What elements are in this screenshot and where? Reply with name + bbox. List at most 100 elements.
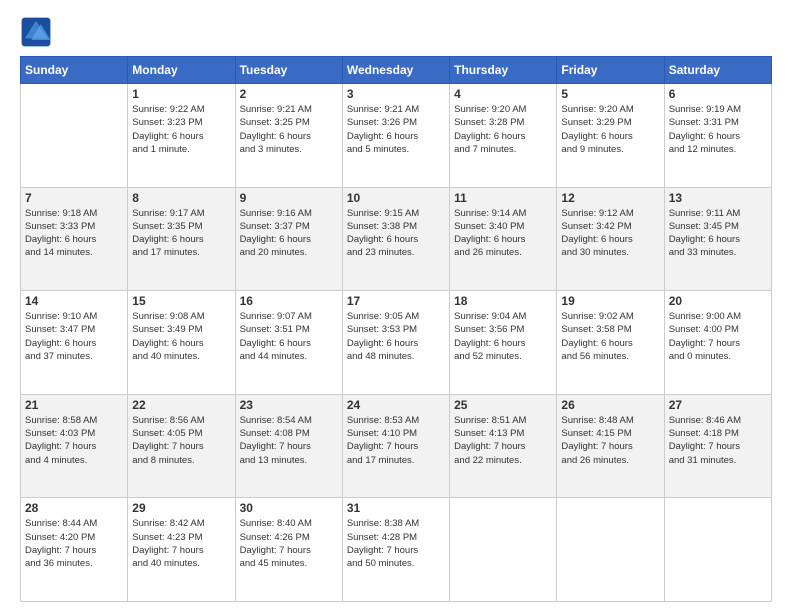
day-info: Sunrise: 9:15 AM Sunset: 3:38 PM Dayligh… [347, 207, 445, 260]
day-info: Sunrise: 8:58 AM Sunset: 4:03 PM Dayligh… [25, 414, 123, 467]
day-info: Sunrise: 9:18 AM Sunset: 3:33 PM Dayligh… [25, 207, 123, 260]
calendar-cell: 6 Sunrise: 9:19 AM Sunset: 3:31 PM Daylig… [664, 84, 771, 188]
calendar-cell: 10Sunrise: 9:15 AM Sunset: 3:38 PM Dayli… [342, 187, 449, 291]
calendar-cell: 21 Sunrise: 8:58 AM Sunset: 4:03 PM Dayli… [21, 394, 128, 498]
calendar-cell: 24 Sunrise: 8:53 AM Sunset: 4:10 PM Dayli… [342, 394, 449, 498]
col-header-friday: Friday [557, 57, 664, 84]
calendar-table: SundayMondayTuesdayWednesdayThursdayFrid… [20, 56, 772, 602]
calendar-cell: 22 Sunrise: 8:56 AM Sunset: 4:05 PM Dayli… [128, 394, 235, 498]
calendar-cell: 16 Sunrise: 9:07 AM Sunset: 3:51 PM Dayli… [235, 291, 342, 395]
day-number: 7 [25, 191, 123, 205]
day-number: 8 [132, 191, 230, 205]
day-number: 16 [240, 294, 338, 308]
day-number: 26 [561, 398, 659, 412]
calendar-cell: 13Sunrise: 9:11 AM Sunset: 3:45 PM Dayli… [664, 187, 771, 291]
header-row: SundayMondayTuesdayWednesdayThursdayFrid… [21, 57, 772, 84]
calendar-cell: 18 Sunrise: 9:04 AM Sunset: 3:56 PM Dayli… [450, 291, 557, 395]
calendar-cell [21, 84, 128, 188]
day-info: Sunrise: 9:20 AM Sunset: 3:28 PM Dayligh… [454, 103, 552, 156]
day-info: Sunrise: 8:48 AM Sunset: 4:15 PM Dayligh… [561, 414, 659, 467]
calendar-cell: 15 Sunrise: 9:08 AM Sunset: 3:49 PM Dayli… [128, 291, 235, 395]
day-info: Sunrise: 9:17 AM Sunset: 3:35 PM Dayligh… [132, 207, 230, 260]
day-info: Sunrise: 9:11 AM Sunset: 3:45 PM Dayligh… [669, 207, 767, 260]
col-header-monday: Monday [128, 57, 235, 84]
day-info: Sunrise: 9:16 AM Sunset: 3:37 PM Dayligh… [240, 207, 338, 260]
day-number: 19 [561, 294, 659, 308]
day-number: 6 [669, 87, 767, 101]
day-info: Sunrise: 8:53 AM Sunset: 4:10 PM Dayligh… [347, 414, 445, 467]
calendar-cell: 17 Sunrise: 9:05 AM Sunset: 3:53 PM Dayli… [342, 291, 449, 395]
day-info: Sunrise: 9:14 AM Sunset: 3:40 PM Dayligh… [454, 207, 552, 260]
calendar-cell: 12 Sunrise: 9:12 AM Sunset: 3:42 PM Dayli… [557, 187, 664, 291]
day-info: Sunrise: 8:44 AM Sunset: 4:20 PM Dayligh… [25, 517, 123, 570]
day-info: Sunrise: 9:19 AM Sunset: 3:31 PM Dayligh… [669, 103, 767, 156]
day-number: 30 [240, 501, 338, 515]
page: SundayMondayTuesdayWednesdayThursdayFrid… [0, 0, 792, 612]
calendar-cell: 7 Sunrise: 9:18 AM Sunset: 3:33 PM Daylig… [21, 187, 128, 291]
day-info: Sunrise: 9:21 AM Sunset: 3:26 PM Dayligh… [347, 103, 445, 156]
day-info: Sunrise: 9:02 AM Sunset: 3:58 PM Dayligh… [561, 310, 659, 363]
calendar-cell: 23Sunrise: 8:54 AM Sunset: 4:08 PM Dayli… [235, 394, 342, 498]
day-info: Sunrise: 9:12 AM Sunset: 3:42 PM Dayligh… [561, 207, 659, 260]
day-number: 18 [454, 294, 552, 308]
calendar-cell: 29Sunrise: 8:42 AM Sunset: 4:23 PM Dayli… [128, 498, 235, 602]
day-info: Sunrise: 9:07 AM Sunset: 3:51 PM Dayligh… [240, 310, 338, 363]
calendar-cell: 25 Sunrise: 8:51 AM Sunset: 4:13 PM Dayli… [450, 394, 557, 498]
day-number: 29 [132, 501, 230, 515]
calendar-cell: 19 Sunrise: 9:02 AM Sunset: 3:58 PM Dayli… [557, 291, 664, 395]
day-info: Sunrise: 9:00 AM Sunset: 4:00 PM Dayligh… [669, 310, 767, 363]
calendar-cell: 4 Sunrise: 9:20 AM Sunset: 3:28 PM Daylig… [450, 84, 557, 188]
day-number: 15 [132, 294, 230, 308]
calendar-cell: 11 Sunrise: 9:14 AM Sunset: 3:40 PM Dayli… [450, 187, 557, 291]
day-number: 2 [240, 87, 338, 101]
day-number: 14 [25, 294, 123, 308]
day-info: Sunrise: 9:04 AM Sunset: 3:56 PM Dayligh… [454, 310, 552, 363]
day-info: Sunrise: 8:54 AM Sunset: 4:08 PM Dayligh… [240, 414, 338, 467]
calendar-cell: 28 Sunrise: 8:44 AM Sunset: 4:20 PM Dayli… [21, 498, 128, 602]
calendar-cell [450, 498, 557, 602]
day-number: 5 [561, 87, 659, 101]
day-info: Sunrise: 9:08 AM Sunset: 3:49 PM Dayligh… [132, 310, 230, 363]
calendar-cell: 14 Sunrise: 9:10 AM Sunset: 3:47 PM Dayli… [21, 291, 128, 395]
week-row: 28 Sunrise: 8:44 AM Sunset: 4:20 PM Dayli… [21, 498, 772, 602]
day-info: Sunrise: 9:20 AM Sunset: 3:29 PM Dayligh… [561, 103, 659, 156]
day-number: 4 [454, 87, 552, 101]
col-header-tuesday: Tuesday [235, 57, 342, 84]
header [20, 16, 772, 48]
day-number: 12 [561, 191, 659, 205]
day-info: Sunrise: 9:22 AM Sunset: 3:23 PM Dayligh… [132, 103, 230, 156]
calendar-cell: 1 Sunrise: 9:22 AM Sunset: 3:23 PM Daylig… [128, 84, 235, 188]
day-number: 20 [669, 294, 767, 308]
day-number: 11 [454, 191, 552, 205]
week-row: 7 Sunrise: 9:18 AM Sunset: 3:33 PM Daylig… [21, 187, 772, 291]
calendar-cell [664, 498, 771, 602]
day-info: Sunrise: 8:51 AM Sunset: 4:13 PM Dayligh… [454, 414, 552, 467]
calendar-cell: 8 Sunrise: 9:17 AM Sunset: 3:35 PM Daylig… [128, 187, 235, 291]
day-number: 21 [25, 398, 123, 412]
day-number: 28 [25, 501, 123, 515]
week-row: 1 Sunrise: 9:22 AM Sunset: 3:23 PM Daylig… [21, 84, 772, 188]
calendar-cell: 27Sunrise: 8:46 AM Sunset: 4:18 PM Dayli… [664, 394, 771, 498]
day-info: Sunrise: 8:46 AM Sunset: 4:18 PM Dayligh… [669, 414, 767, 467]
calendar-cell: 3 Sunrise: 9:21 AM Sunset: 3:26 PM Daylig… [342, 84, 449, 188]
day-number: 17 [347, 294, 445, 308]
day-number: 9 [240, 191, 338, 205]
day-info: Sunrise: 8:56 AM Sunset: 4:05 PM Dayligh… [132, 414, 230, 467]
day-number: 1 [132, 87, 230, 101]
calendar-cell: 2Sunrise: 9:21 AM Sunset: 3:25 PM Daylig… [235, 84, 342, 188]
day-number: 25 [454, 398, 552, 412]
calendar-cell: 26 Sunrise: 8:48 AM Sunset: 4:15 PM Dayli… [557, 394, 664, 498]
day-number: 22 [132, 398, 230, 412]
day-info: Sunrise: 9:10 AM Sunset: 3:47 PM Dayligh… [25, 310, 123, 363]
week-row: 21 Sunrise: 8:58 AM Sunset: 4:03 PM Dayli… [21, 394, 772, 498]
col-header-thursday: Thursday [450, 57, 557, 84]
col-header-wednesday: Wednesday [342, 57, 449, 84]
day-number: 31 [347, 501, 445, 515]
day-number: 24 [347, 398, 445, 412]
calendar-cell: 30Sunrise: 8:40 AM Sunset: 4:26 PM Dayli… [235, 498, 342, 602]
calendar-cell: 9 Sunrise: 9:16 AM Sunset: 3:37 PM Daylig… [235, 187, 342, 291]
day-number: 3 [347, 87, 445, 101]
day-info: Sunrise: 9:05 AM Sunset: 3:53 PM Dayligh… [347, 310, 445, 363]
day-info: Sunrise: 8:38 AM Sunset: 4:28 PM Dayligh… [347, 517, 445, 570]
logo-icon [20, 16, 52, 48]
